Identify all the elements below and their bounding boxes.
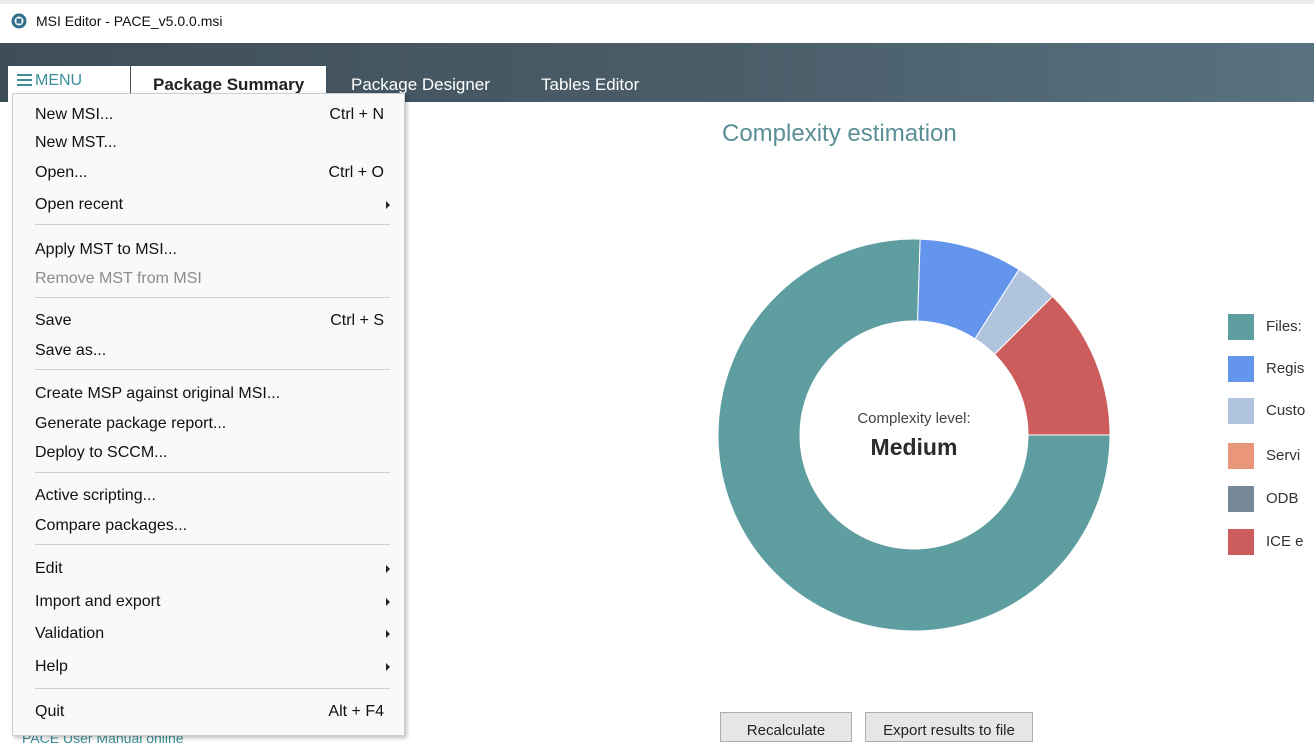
menu-label: Compare packages... bbox=[35, 517, 188, 534]
complexity-level-value: Medium bbox=[870, 434, 958, 460]
legend-label-files: Files: bbox=[1266, 318, 1302, 335]
menu-item-open-recent[interactable]: Open recent bbox=[35, 191, 390, 219]
menu-button-label: MENU bbox=[35, 72, 83, 89]
legend-swatch-odbc bbox=[1228, 486, 1254, 512]
menu-label: New MST... bbox=[35, 134, 117, 151]
menu-separator bbox=[35, 369, 390, 370]
menu-label: Remove MST from MSI bbox=[35, 270, 202, 287]
submenu-arrow-icon bbox=[386, 565, 390, 573]
menu-item-help[interactable]: Help bbox=[35, 653, 390, 681]
legend-label-ice: ICE e bbox=[1266, 533, 1304, 550]
menu-label: Create MSP against original MSI... bbox=[35, 385, 281, 402]
legend-swatch-ice bbox=[1228, 529, 1254, 555]
complexity-title: Complexity estimation bbox=[722, 120, 957, 147]
menu-label: Quit bbox=[35, 703, 65, 720]
menu-item-active-scripting[interactable]: Active scripting... bbox=[35, 482, 390, 510]
legend-swatch-custom bbox=[1228, 398, 1254, 424]
menu-label: Import and export bbox=[35, 593, 161, 610]
legend-label-custom: Custo bbox=[1266, 402, 1306, 419]
submenu-arrow-icon bbox=[386, 663, 390, 671]
menu-label: Generate package report... bbox=[35, 415, 227, 432]
menu-label: Edit bbox=[35, 560, 63, 577]
menu-item-import-export[interactable]: Import and export bbox=[35, 588, 390, 616]
complexity-level-label: Complexity level: bbox=[857, 410, 971, 427]
menu-label: Validation bbox=[35, 625, 105, 642]
menu-separator bbox=[35, 688, 390, 689]
main-menu-dropdown: New MSI... Ctrl + N New MST... Open... Ctr… bbox=[12, 93, 405, 736]
menu-item-generate-report[interactable]: Generate package report... bbox=[35, 410, 390, 438]
menu-label: Help bbox=[35, 658, 68, 675]
submenu-arrow-icon bbox=[386, 630, 390, 638]
menu-item-new-mst[interactable]: New MST... bbox=[35, 129, 390, 157]
menu-item-new-msi[interactable]: New MSI... Ctrl + N bbox=[35, 101, 390, 129]
menu-label: Save bbox=[35, 312, 72, 329]
menu-label: Deploy to SCCM... bbox=[35, 444, 168, 461]
legend-label-services: Servi bbox=[1266, 447, 1301, 464]
menu-shortcut: Ctrl + N bbox=[329, 106, 384, 123]
menu-shortcut: Ctrl + S bbox=[330, 312, 384, 329]
legend-swatch-files bbox=[1228, 314, 1254, 340]
menu-label: New MSI... bbox=[35, 106, 114, 123]
window-title: MSI Editor - PACE_v5.0.0.msi bbox=[36, 13, 223, 29]
top-strip bbox=[0, 0, 1314, 4]
menu-item-validation[interactable]: Validation bbox=[35, 620, 390, 648]
menu-item-open[interactable]: Open... Ctrl + O bbox=[35, 159, 390, 187]
legend-swatch-services bbox=[1228, 443, 1254, 469]
menu-shortcut: Ctrl + O bbox=[328, 164, 384, 181]
hamburger-icon bbox=[17, 74, 32, 86]
menu-item-edit[interactable]: Edit bbox=[35, 555, 390, 583]
menu-separator bbox=[35, 224, 390, 225]
title-bar: MSI Editor - PACE_v5.0.0.msi bbox=[0, 0, 1314, 43]
submenu-arrow-icon bbox=[386, 598, 390, 606]
menu-item-apply-mst[interactable]: Apply MST to MSI... bbox=[35, 236, 390, 264]
menu-separator bbox=[35, 544, 390, 545]
legend-label-odbc: ODB bbox=[1266, 490, 1299, 507]
menu-item-deploy-sccm[interactable]: Deploy to SCCM... bbox=[35, 439, 390, 467]
menu-item-create-msp[interactable]: Create MSP against original MSI... bbox=[35, 380, 390, 408]
legend-swatch-registry bbox=[1228, 356, 1254, 382]
menu-item-save[interactable]: Save Ctrl + S bbox=[35, 307, 390, 335]
menu-label: Save as... bbox=[35, 342, 107, 359]
submenu-arrow-icon bbox=[386, 201, 390, 209]
menu-separator bbox=[35, 297, 390, 298]
menu-label: Apply MST to MSI... bbox=[35, 241, 177, 258]
menu-item-quit[interactable]: Quit Alt + F4 bbox=[35, 698, 390, 726]
menu-item-compare-packages[interactable]: Compare packages... bbox=[35, 512, 390, 540]
menu-item-save-as[interactable]: Save as... bbox=[35, 337, 390, 365]
menu-shortcut: Alt + F4 bbox=[328, 703, 384, 720]
menu-label: Open... bbox=[35, 164, 88, 181]
tab-tables-editor[interactable]: Tables Editor bbox=[541, 66, 639, 102]
legend-label-registry: Regis bbox=[1266, 360, 1305, 377]
menu-item-remove-mst: Remove MST from MSI bbox=[35, 265, 390, 293]
msi-editor-app-icon bbox=[11, 13, 27, 29]
menu-label: Open recent bbox=[35, 196, 124, 213]
menu-separator bbox=[35, 472, 390, 473]
menu-label: Active scripting... bbox=[35, 487, 156, 504]
